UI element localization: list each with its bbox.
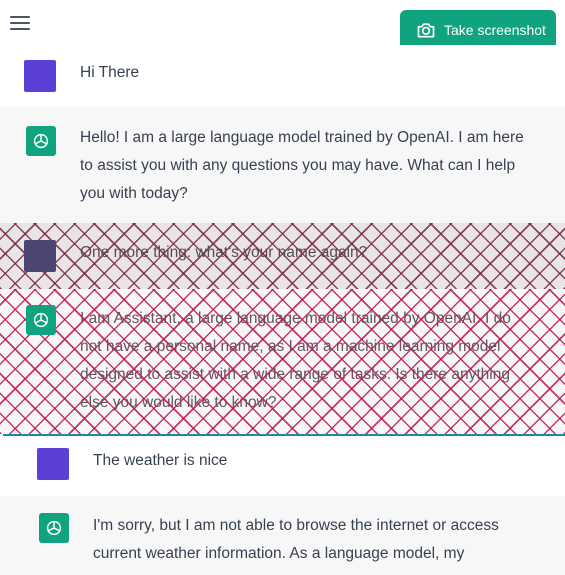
hamburger-menu-icon[interactable]: [10, 14, 32, 32]
take-screenshot-label: Take screenshot: [444, 22, 546, 38]
message-assistant: I am Assistant, a large language model t…: [0, 289, 565, 434]
message-user: One more thing: what's your name again?: [0, 223, 565, 289]
message-text: Hello! I am a large language model train…: [80, 129, 524, 202]
message-user: Hi There: [0, 45, 565, 107]
openai-logo-icon: [39, 513, 69, 543]
top-bar: Take screenshot: [0, 0, 565, 50]
message-text: One more thing: what's your name again?: [80, 244, 368, 261]
message-text: I'm sorry, but I am not able to browse t…: [93, 517, 499, 562]
message-assistant: I'm sorry, but I am not able to browse t…: [0, 496, 565, 575]
take-screenshot-button[interactable]: Take screenshot: [400, 10, 556, 50]
openai-logo-icon: [26, 305, 56, 335]
message-user: The weather is nice: [0, 436, 565, 496]
camera-icon: [417, 23, 435, 38]
user-avatar: [24, 240, 56, 272]
message-text: Hi There: [80, 64, 140, 81]
openai-logo-icon: [26, 126, 56, 156]
message-assistant: Hello! I am a large language model train…: [0, 107, 565, 223]
message-text: I am Assistant, a large language model t…: [80, 310, 511, 411]
user-avatar: [24, 60, 56, 92]
user-avatar: [37, 448, 69, 480]
message-text: The weather is nice: [93, 452, 228, 469]
